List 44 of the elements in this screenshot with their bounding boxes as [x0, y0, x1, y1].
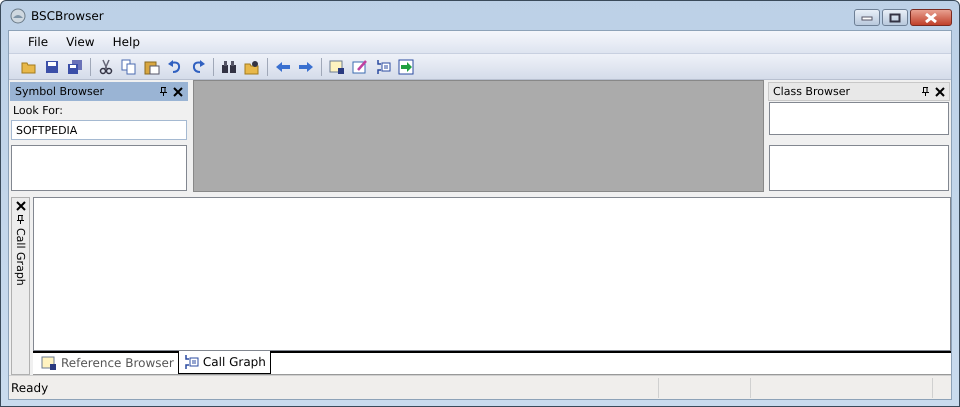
- menu-item[interactable]: Help: [104, 35, 149, 49]
- copy-icon[interactable]: [121, 58, 137, 74]
- close-icon[interactable]: [173, 86, 183, 96]
- look-for-label: Look For:: [13, 104, 64, 117]
- maximize-button[interactable]: [882, 9, 908, 26]
- call-list-icon[interactable]: [375, 58, 391, 74]
- save-icon[interactable]: [44, 58, 60, 74]
- tab-label: Reference Browser: [61, 356, 174, 370]
- maximize-icon: [889, 12, 901, 22]
- pin-icon[interactable]: [160, 87, 167, 96]
- search-field[interactable]: SOFTPEDIA: [11, 120, 187, 140]
- close-icon[interactable]: [935, 86, 945, 96]
- call-list-icon: [182, 354, 199, 370]
- window-title: BSCBrowser: [31, 8, 104, 22]
- status-text: Ready: [10, 380, 50, 394]
- binoculars-icon[interactable]: [221, 58, 237, 74]
- close-button[interactable]: [910, 9, 952, 26]
- minimize-icon: [861, 14, 873, 20]
- tab[interactable]: Call Graph: [178, 351, 271, 374]
- member-list[interactable]: [769, 145, 949, 191]
- menu-item[interactable]: File: [19, 35, 58, 49]
- panel-title: Class Browser: [773, 85, 852, 98]
- cut-icon[interactable]: [98, 58, 114, 74]
- window-icon[interactable]: [329, 58, 345, 74]
- panel-title: Symbol Browser: [15, 85, 106, 98]
- menu-item[interactable]: View: [57, 35, 104, 49]
- pin-icon[interactable]: [17, 215, 24, 224]
- symbol-list[interactable]: [11, 145, 187, 191]
- pin-icon[interactable]: [922, 87, 929, 96]
- save-all-icon[interactable]: [67, 58, 83, 74]
- panel-title: Call Graph: [14, 228, 27, 286]
- undo-icon[interactable]: [167, 58, 183, 74]
- exit-icon[interactable]: [398, 58, 414, 74]
- close-icon: [924, 12, 938, 22]
- tab[interactable]: Reference Browser: [37, 351, 178, 374]
- minimize-button[interactable]: [854, 9, 880, 26]
- class-list[interactable]: [769, 102, 949, 135]
- tab-label: Call Graph: [202, 355, 266, 369]
- window-icon: [41, 354, 57, 370]
- close-icon[interactable]: [16, 201, 26, 211]
- app-icon: [10, 8, 26, 24]
- redo-icon[interactable]: [190, 58, 206, 74]
- window-edit-icon[interactable]: [352, 58, 368, 74]
- paste-icon[interactable]: [144, 58, 160, 74]
